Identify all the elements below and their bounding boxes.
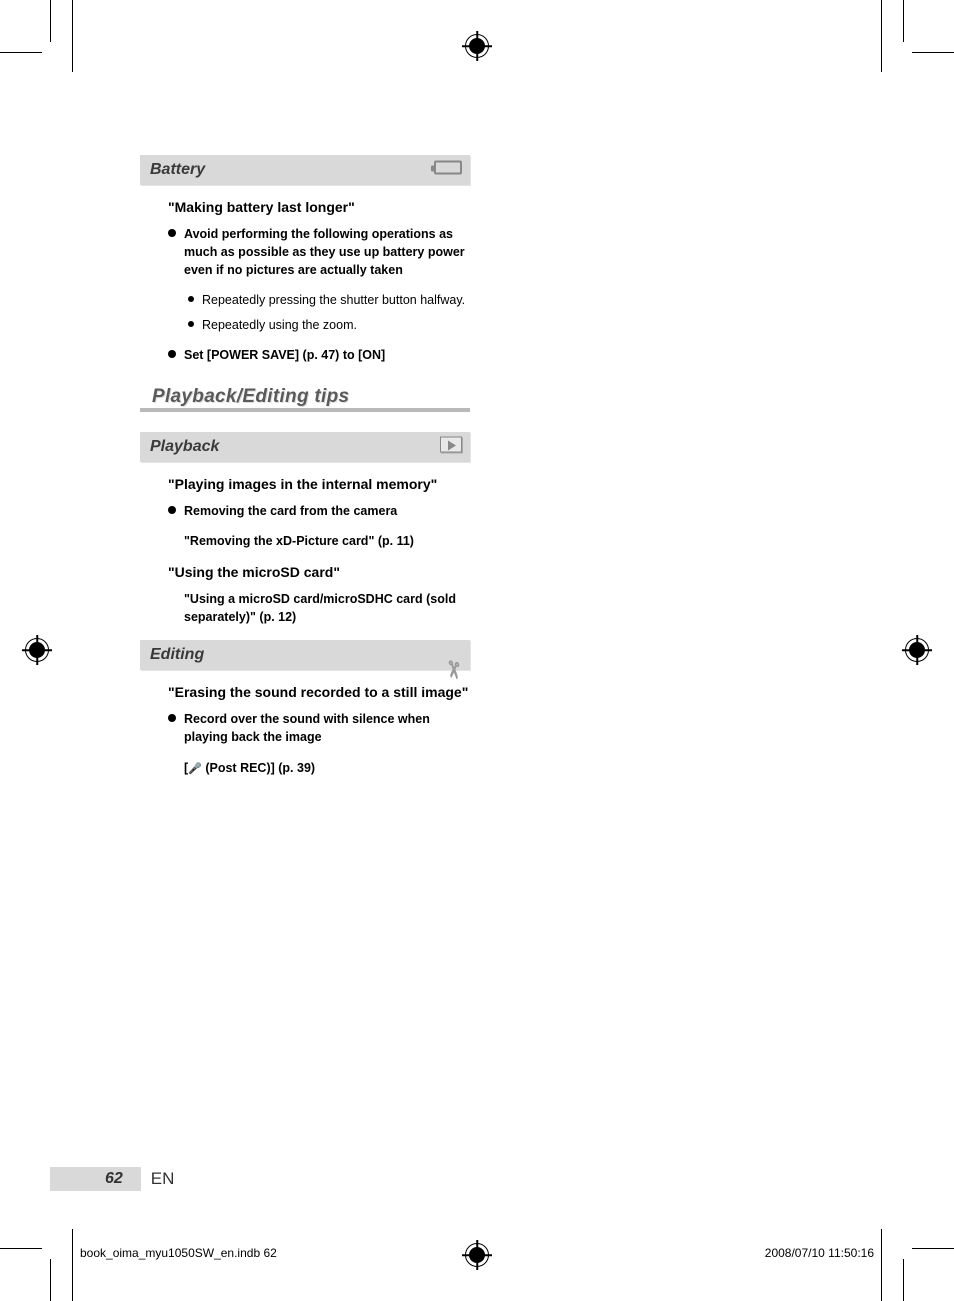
registration-mark-icon <box>905 638 929 662</box>
bullet-text: Avoid performing the following operation… <box>184 225 470 279</box>
registration-mark-icon <box>465 1243 489 1267</box>
bullet-item: Avoid performing the following operation… <box>168 225 470 279</box>
bullet-icon <box>168 714 176 722</box>
section-header-playback: Playback <box>140 432 470 462</box>
tip-heading: "Using the microSD card" <box>168 564 470 580</box>
section-header-editing: Editing ✂ <box>140 640 470 670</box>
section-title: Editing <box>150 646 204 663</box>
reference-text: "Using a microSD card/microSDHC card (so… <box>184 590 470 626</box>
scissors-icon: ✂ <box>440 659 466 677</box>
battery-icon <box>434 161 462 180</box>
tip-heading: "Making battery last longer" <box>168 199 470 215</box>
imprint-file: book_oima_myu1050SW_en.indb 62 <box>80 1246 277 1260</box>
language-code: EN <box>151 1169 175 1189</box>
bullet-text: Repeatedly pressing the shutter button h… <box>202 291 465 309</box>
bullet-item: Record over the sound with silence when … <box>168 710 470 746</box>
bullet-text: Record over the sound with silence when … <box>184 710 470 746</box>
bullet-icon <box>168 506 176 514</box>
page-number: 62 <box>50 1167 141 1191</box>
registration-mark-icon <box>465 34 489 58</box>
imprint-date: 2008/07/10 11:50:16 <box>765 1246 874 1260</box>
page-content: Battery "Making battery last longer" Avo… <box>140 155 470 791</box>
reference-text: "Removing the xD-Picture card" (p. 11) <box>184 532 470 550</box>
registration-mark-icon <box>25 638 49 662</box>
sub-bullet-item: Repeatedly using the zoom. <box>188 316 470 334</box>
bullet-text: Set [POWER SAVE] (p. 47) to [ON] <box>184 346 385 364</box>
bullet-icon <box>188 296 194 302</box>
bullet-item: Set [POWER SAVE] (p. 47) to [ON] <box>168 346 470 364</box>
bullet-icon <box>188 321 194 327</box>
section-header-battery: Battery <box>140 155 470 185</box>
page-footer: 62 EN <box>50 1167 174 1191</box>
playback-icon <box>440 436 462 457</box>
major-heading: Playback/Editing tips <box>140 386 470 412</box>
tip-heading: "Playing images in the internal memory" <box>168 476 470 492</box>
bullet-text: Repeatedly using the zoom. <box>202 316 357 334</box>
bullet-text: Removing the card from the camera <box>184 502 397 520</box>
bullet-icon <box>168 350 176 358</box>
reference-text: [🎤 (Post REC)] (p. 39) <box>184 759 470 778</box>
section-title: Playback <box>150 438 219 455</box>
sub-bullet-item: Repeatedly pressing the shutter button h… <box>188 291 470 309</box>
section-title: Battery <box>150 161 205 178</box>
mic-icon: 🎤 <box>188 763 202 775</box>
bullet-item: Removing the card from the camera <box>168 502 470 520</box>
bullet-icon <box>168 229 176 237</box>
tip-heading: "Erasing the sound recorded to a still i… <box>168 684 470 700</box>
